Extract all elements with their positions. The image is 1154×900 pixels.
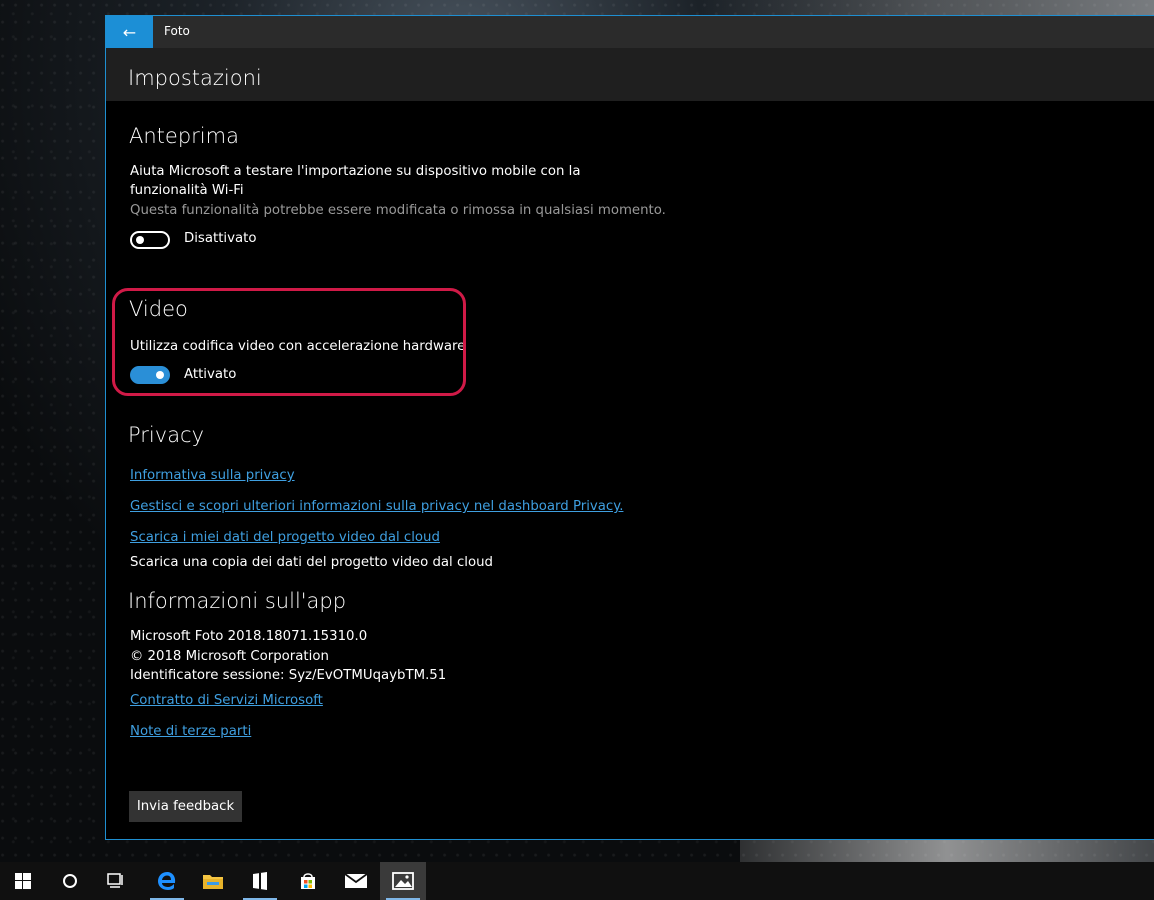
app-copyright: © 2018 Microsoft Corporation (130, 649, 329, 664)
download-video-data-link[interactable]: Scarica i miei dati del progetto video d… (130, 530, 440, 545)
third-party-notes-link[interactable]: Note di terze parti (130, 724, 251, 739)
section-title-about: Informazioni sull'app (128, 589, 347, 613)
session-id: Identificatore sessione: Syz/EvOTMUqaybT… (130, 668, 447, 683)
toggle-knob (156, 371, 164, 379)
section-title-video: Video (129, 297, 188, 321)
services-agreement-link[interactable]: Contratto di Servizi Microsoft (130, 693, 323, 708)
back-button[interactable]: ← (106, 16, 153, 48)
video-toggle-label: Attivato (184, 367, 237, 382)
page-header: Impostazioni (106, 48, 1154, 101)
download-note: Scarica una copia dei dati del progetto … (130, 555, 493, 570)
section-title-preview: Anteprima (129, 124, 239, 148)
video-toggle[interactable] (130, 366, 170, 384)
title-bar: ← Foto (106, 16, 1154, 48)
edge-browser-icon[interactable] (144, 862, 190, 900)
section-title-privacy: Privacy (128, 423, 205, 447)
toggle-knob (136, 236, 144, 244)
arrow-left-icon: ← (122, 22, 137, 42)
file-explorer-icon[interactable] (190, 862, 236, 900)
app-version: Microsoft Foto 2018.18071.15310.0 (130, 629, 368, 644)
windows-start-icon[interactable] (0, 862, 46, 900)
photos-settings-window: ← Foto Impostazioni Anteprima Aiuta Micr… (105, 15, 1154, 840)
privacy-dashboard-link[interactable]: Gestisci e scopri ulteriori informazioni… (130, 499, 623, 514)
page-title: Impostazioni (128, 66, 262, 90)
desktop-wallpaper-highlight (740, 838, 1154, 862)
cortana-search-icon[interactable] (47, 862, 93, 900)
preview-toggle[interactable] (130, 231, 170, 249)
mail-icon[interactable] (333, 862, 379, 900)
photos-app-icon[interactable] (380, 862, 426, 900)
task-view-icon[interactable] (93, 862, 139, 900)
preview-toggle-label: Disattivato (184, 231, 257, 246)
video-description: Utilizza codifica video con accelerazion… (130, 339, 466, 354)
app-title: Foto (164, 24, 190, 38)
preview-description: Aiuta Microsoft a testare l'importazione… (130, 164, 581, 198)
taskbar (0, 862, 1154, 900)
privacy-policy-link[interactable]: Informativa sulla privacy (130, 468, 295, 483)
send-feedback-button[interactable]: Invia feedback (129, 791, 242, 822)
media-app-icon[interactable] (237, 862, 283, 900)
store-icon[interactable] (285, 862, 331, 900)
preview-note: Questa funzionalità potrebbe essere modi… (130, 203, 666, 218)
